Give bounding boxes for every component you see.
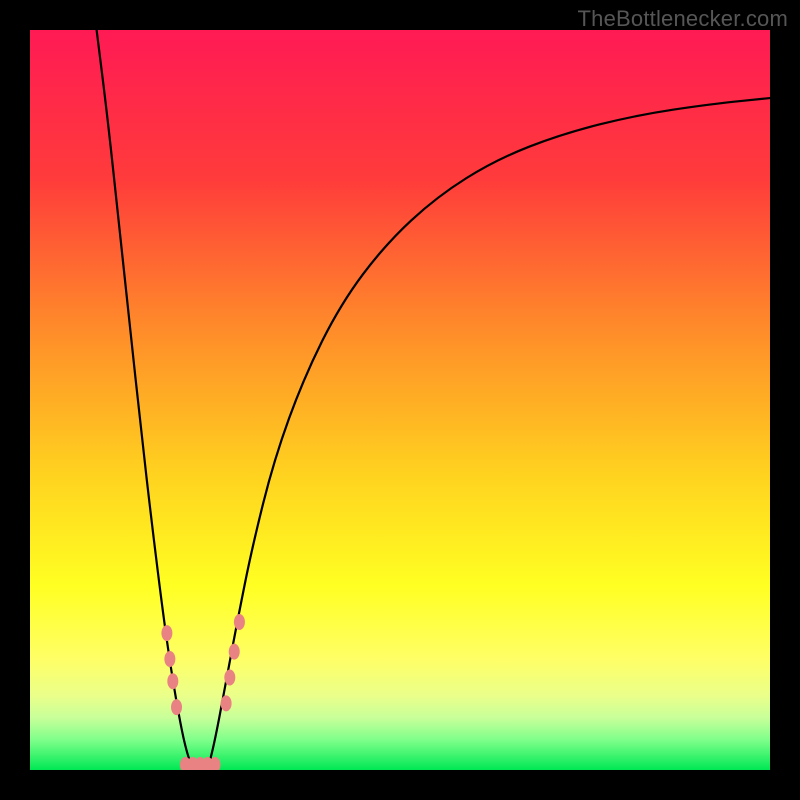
chart-frame: TheBottlenecker.com [0, 0, 800, 800]
series-right-curve [208, 98, 770, 770]
data-marker [221, 695, 232, 711]
data-marker [229, 644, 240, 660]
plot-area [30, 30, 770, 770]
data-marker [234, 614, 245, 630]
data-marker [224, 670, 235, 686]
data-marker [164, 651, 175, 667]
series-left-curve [97, 30, 193, 770]
data-marker [167, 673, 178, 689]
curves-layer [30, 30, 770, 770]
watermark-text: TheBottlenecker.com [578, 6, 788, 32]
data-marker [161, 625, 172, 641]
data-marker [171, 699, 182, 715]
